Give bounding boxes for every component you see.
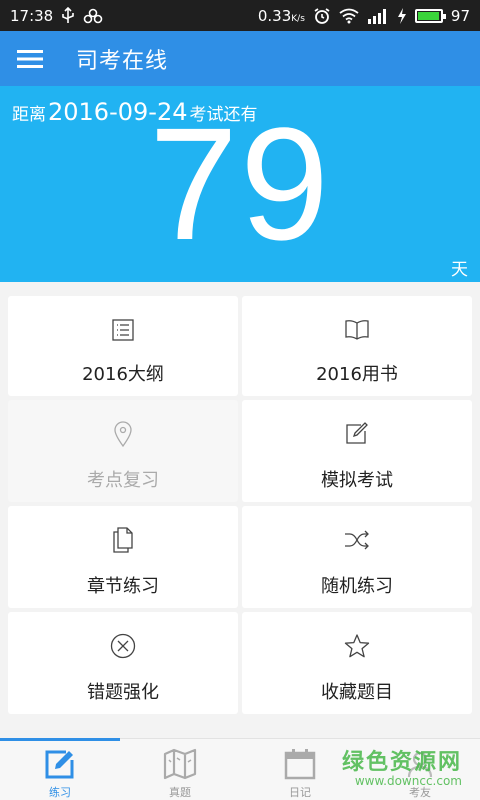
pencil-icon bbox=[43, 747, 77, 781]
wifi-icon bbox=[339, 8, 359, 24]
watermark: 绿色资源网 www.downcc.com bbox=[342, 744, 462, 788]
grid-item-favorites[interactable]: 收藏题目 bbox=[242, 612, 472, 714]
grid-item-mock-exam[interactable]: 模拟考试 bbox=[242, 400, 472, 502]
tab-past-exams[interactable]: 真题 bbox=[120, 739, 240, 800]
watermark-text: 绿色资源网 bbox=[341, 750, 462, 775]
map-icon bbox=[163, 747, 197, 781]
grid-item-outline[interactable]: 2016大纲 bbox=[8, 296, 238, 396]
usb-icon bbox=[61, 6, 75, 25]
grid-item-books[interactable]: 2016用书 bbox=[242, 296, 472, 396]
grid-item-label: 考点复习 bbox=[87, 470, 159, 491]
grid-item-wrong-questions[interactable]: 错题强化 bbox=[8, 612, 238, 714]
battery-icon bbox=[414, 8, 446, 23]
close-circle-icon bbox=[109, 632, 137, 660]
tab-label: 真题 bbox=[169, 786, 191, 799]
battery-percent: 97 bbox=[450, 6, 470, 25]
star-icon bbox=[343, 632, 371, 660]
status-time: 17:38 bbox=[10, 6, 54, 25]
status-bar: 17:38 0.33K/s 97 bbox=[0, 0, 480, 31]
book-icon bbox=[343, 316, 371, 344]
charging-icon bbox=[397, 7, 407, 24]
watermark-url: www.downcc.com bbox=[354, 774, 462, 788]
network-speed: 0.33K/s bbox=[257, 6, 305, 25]
grid-item-label: 章节练习 bbox=[87, 576, 159, 597]
edit-icon bbox=[343, 420, 371, 448]
alarm-icon bbox=[313, 7, 331, 25]
grid-item-chapter-practice[interactable]: 章节练习 bbox=[8, 506, 238, 608]
grid-item-label: 错题强化 bbox=[87, 682, 159, 703]
copy-icon bbox=[109, 526, 137, 554]
tab-label: 日记 bbox=[289, 786, 311, 799]
shuffle-icon bbox=[343, 526, 371, 554]
menu-button[interactable] bbox=[0, 31, 60, 86]
grid-item-review[interactable]: 考点复习 bbox=[8, 400, 238, 502]
grid-item-label: 随机练习 bbox=[321, 576, 393, 597]
grid-item-label: 收藏题目 bbox=[321, 682, 393, 703]
grid-item-random-practice[interactable]: 随机练习 bbox=[242, 506, 472, 608]
grid-item-label: 模拟考试 bbox=[321, 470, 393, 491]
link-icon bbox=[83, 8, 103, 24]
days-remaining: 79 bbox=[149, 94, 331, 273]
grid-item-label: 2016大纲 bbox=[82, 364, 164, 385]
tab-label: 练习 bbox=[49, 786, 71, 799]
list-icon bbox=[109, 316, 137, 344]
calendar-icon bbox=[283, 747, 317, 781]
app-title: 司考在线 bbox=[76, 48, 169, 74]
location-pin-icon bbox=[109, 420, 137, 448]
grid-item-label: 2016用书 bbox=[316, 364, 398, 385]
exam-countdown: 距离 2016-09-24 考试还有 79 天 bbox=[0, 86, 480, 282]
tab-practice[interactable]: 练习 bbox=[0, 738, 120, 800]
days-unit: 天 bbox=[451, 260, 468, 280]
feature-grid: 2016大纲 2016用书 考点复习 模拟考试 章节练习 随机练习 错题强化 收… bbox=[8, 296, 472, 714]
app-bar: 司考在线 bbox=[0, 31, 480, 86]
signal-icon bbox=[367, 8, 389, 24]
hamburger-icon bbox=[17, 49, 43, 68]
